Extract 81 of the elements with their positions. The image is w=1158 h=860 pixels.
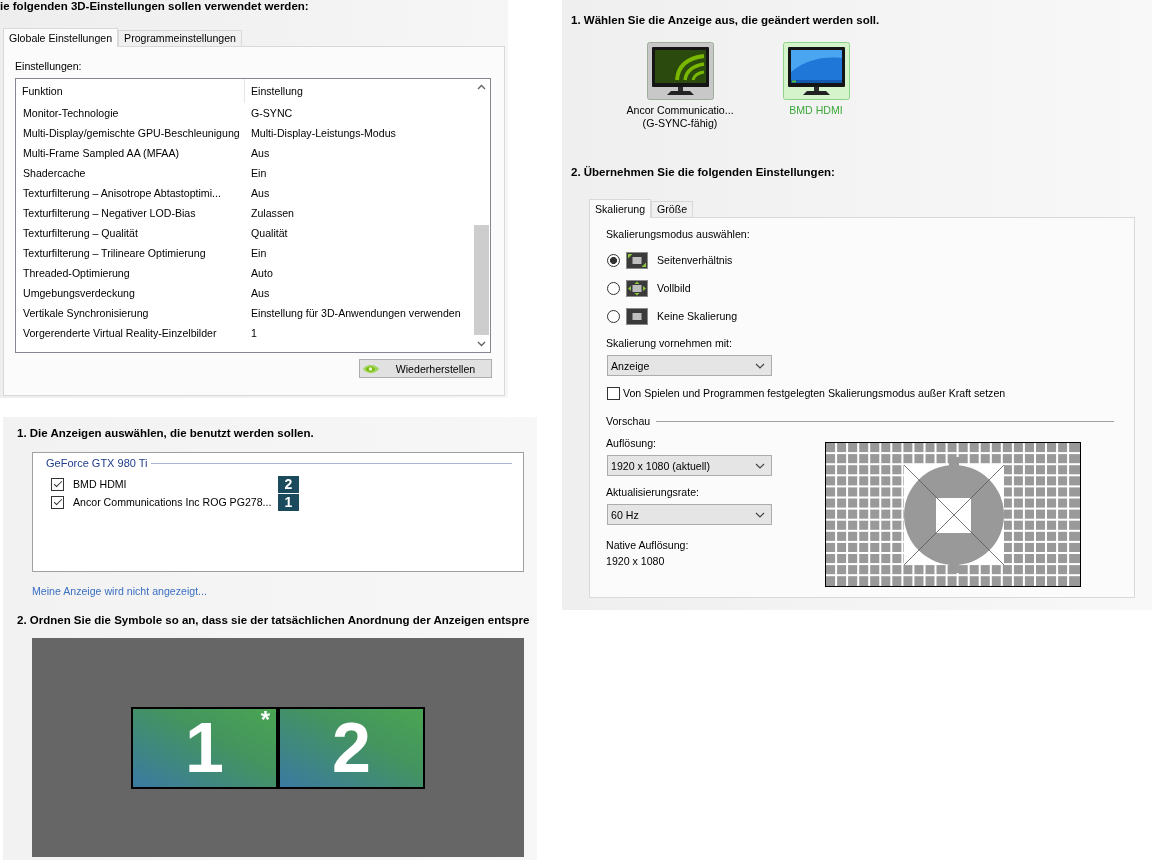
help-link[interactable]: Meine Anzeige wird nicht angezeigt... bbox=[32, 584, 207, 598]
setting-cell-text: Multi-Display-Leistungs-Modus bbox=[250, 126, 396, 140]
field-label: Skalierung vornehmen mit: bbox=[606, 336, 733, 350]
column-header[interactable]: Einstellung bbox=[245, 79, 303, 103]
field-label: Skalierungsmodus auswählen: bbox=[606, 227, 751, 241]
setting-cell-text: G-SYNC bbox=[250, 106, 293, 120]
four-arrows-screen-icon bbox=[626, 279, 648, 297]
setting-cell-text: Auto bbox=[250, 266, 273, 280]
radio-button[interactable] bbox=[607, 309, 620, 323]
feature-cell-text: Shadercache bbox=[22, 166, 87, 180]
display-number-badge: 2 bbox=[278, 475, 299, 493]
display-number-badge: 1 bbox=[278, 493, 299, 511]
display-label: BMD HDMI bbox=[73, 477, 128, 491]
checkbox[interactable] bbox=[51, 495, 64, 509]
radio-label: Seitenverhältnis bbox=[657, 253, 733, 267]
display-number: 1 bbox=[185, 711, 224, 784]
checkbox[interactable] bbox=[51, 477, 64, 491]
section-heading: ie folgenden 3D-Einstellungen sollen verwendet werden: bbox=[0, 0, 310, 13]
tab[interactable]: Globale Einstellungen bbox=[3, 28, 119, 47]
feature-cell-text: Texturfilterung – Qualität bbox=[22, 226, 139, 240]
eye-swirl-icon bbox=[362, 362, 380, 375]
group-title: GeForce GTX 980 Ti bbox=[46, 456, 148, 471]
display-capability: (G-SYNC-fähig) bbox=[642, 117, 718, 130]
monitor-icon[interactable] bbox=[782, 42, 850, 100]
feature-cell-text: Texturfilterung – Anisotrope Abtastoptimi... bbox=[22, 186, 222, 200]
scrollbar-thumb[interactable] bbox=[474, 225, 489, 335]
chevron-icon bbox=[755, 462, 765, 469]
feature-cell-text: Texturfilterung – Trilineare Optimierung bbox=[22, 246, 207, 260]
setting-cell-text: Aus bbox=[250, 146, 270, 160]
feature-cell-text: Vertikale Synchronisierung bbox=[22, 306, 150, 320]
tab[interactable]: Größe bbox=[651, 201, 694, 217]
feature-cell-text: Threaded-Optimierung bbox=[22, 266, 131, 280]
restore-button[interactable]: Wiederherstellen bbox=[359, 359, 492, 378]
setting-cell-text: Aus bbox=[250, 186, 270, 200]
setting-cell-text: 1 bbox=[250, 326, 257, 340]
field-label: Auflösung: bbox=[606, 436, 658, 450]
radio-button[interactable] bbox=[607, 253, 620, 267]
feature-cell-text: Umgebungsverdeckung bbox=[22, 286, 136, 300]
section-heading: 1. Die Anzeigen auswählen, die benutzt werden sollen. bbox=[17, 426, 315, 440]
field-label: Native Auflösung: bbox=[606, 538, 690, 552]
feature-cell-text: Multi-Display/gemischte GPU-Beschleunigung bbox=[22, 126, 241, 140]
settings-label: Einstellungen: bbox=[15, 59, 83, 73]
radio-button[interactable] bbox=[607, 281, 620, 295]
radio-label: Vollbild bbox=[657, 281, 691, 295]
chevron-icon bbox=[755, 362, 765, 369]
chevron-icon bbox=[755, 511, 765, 518]
display-tile[interactable]: 2 bbox=[278, 706, 425, 789]
display-number: 2 bbox=[332, 711, 371, 784]
screen-icon bbox=[626, 307, 648, 325]
column-header[interactable]: Funktion bbox=[16, 79, 245, 103]
section-heading: 1. Wählen Sie die Anzeige aus, die geändert werden soll. bbox=[571, 13, 881, 27]
setting-cell-text: Ein bbox=[250, 246, 267, 260]
checkbox-label: Von Spielen und Programmen festgelegten Skalierungsmodus außer Kraft setzen bbox=[623, 386, 1006, 400]
dropdown[interactable]: 60 Hz bbox=[607, 504, 772, 525]
dropdown[interactable]: 1920 x 1080 (aktuell) bbox=[607, 455, 772, 476]
tab[interactable]: Programmeinstellungen bbox=[118, 30, 242, 46]
group-title: Vorschau bbox=[606, 414, 651, 428]
feature-cell-text: Texturfilterung – Negativer LOD-Bias bbox=[22, 206, 197, 220]
section-heading: 2. Ordnen Sie die Symbole so an, dass sie der tatsächlichen Anordnung der Anzeigen entspre bbox=[17, 613, 531, 627]
display-name: Ancor Communicatio... bbox=[626, 104, 734, 117]
setting-cell-text: Einstellung für 3D-Anwendungen verwenden bbox=[250, 306, 461, 320]
dropdown[interactable]: Anzeige bbox=[607, 355, 772, 376]
feature-cell-text: Multi-Frame Sampled AA (MFAA) bbox=[22, 146, 180, 160]
field-label: Aktualisierungsrate: bbox=[606, 485, 701, 499]
radio-label: Keine Skalierung bbox=[657, 309, 738, 323]
feature-cell-text: Vorgerenderte Virtual Reality-Einzelbilder bbox=[22, 326, 218, 340]
display-label: Ancor Communications Inc ROG PG278... bbox=[73, 495, 273, 509]
diagonal-arrows-screen-icon bbox=[626, 251, 648, 269]
checkbox[interactable] bbox=[607, 386, 620, 400]
field-value: 1920 x 1080 bbox=[606, 554, 666, 568]
setting-cell-text: Qualität bbox=[250, 226, 288, 240]
section-heading: 2. Übernehmen Sie die folgenden Einstellungen: bbox=[571, 165, 836, 179]
monitor-icon[interactable] bbox=[646, 42, 714, 100]
setting-cell-text: Ein bbox=[250, 166, 267, 180]
display-tile[interactable]: 1 * bbox=[131, 706, 278, 789]
display-name: BMD HDMI bbox=[789, 104, 843, 117]
setting-cell-text: Aus bbox=[250, 286, 270, 300]
feature-cell-text: Monitor-Technologie bbox=[22, 106, 120, 120]
setting-cell-text: Zulassen bbox=[250, 206, 294, 220]
tab[interactable]: Skalierung bbox=[589, 199, 652, 218]
primary-display-marker: * bbox=[260, 708, 270, 731]
